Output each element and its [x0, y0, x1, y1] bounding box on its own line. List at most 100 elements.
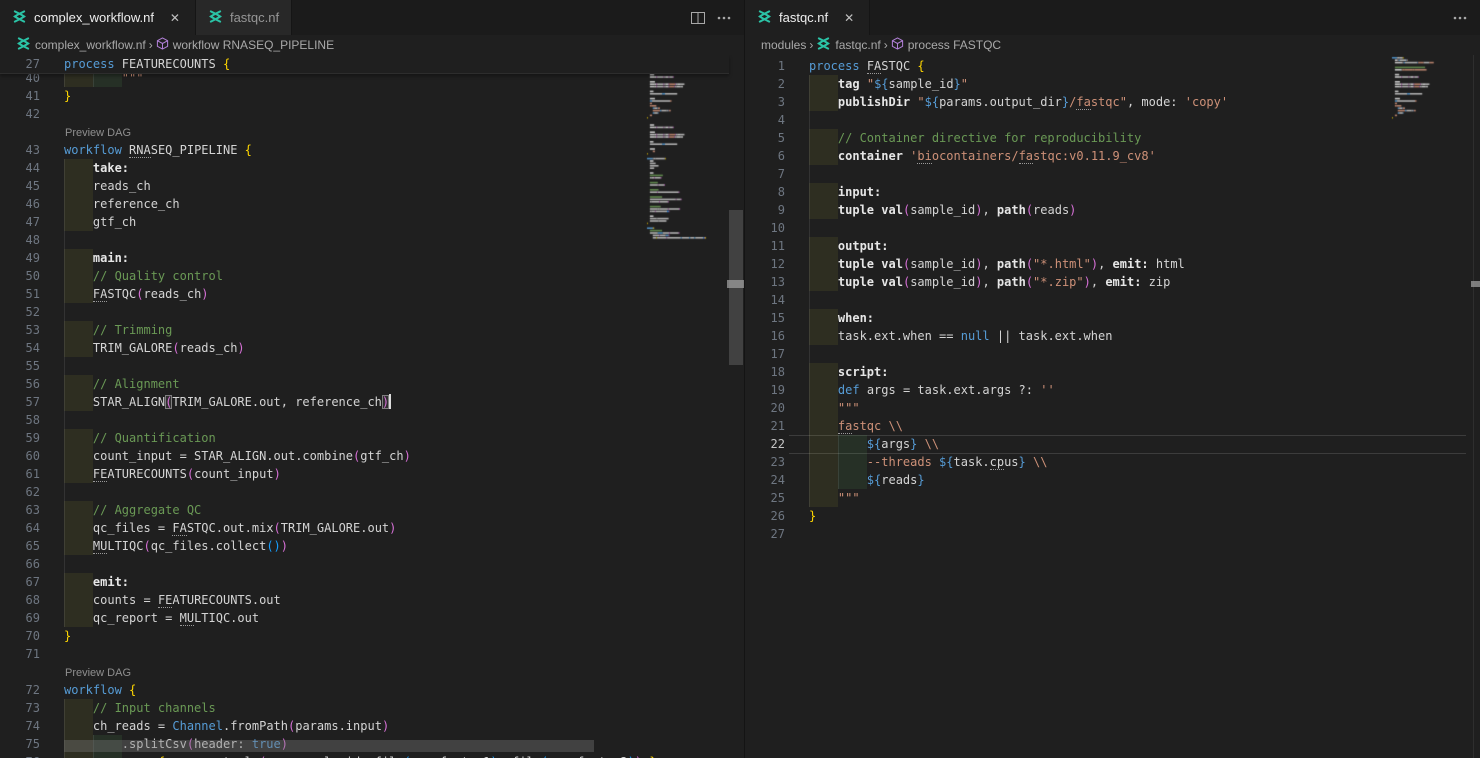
- code-line[interactable]: 66: [0, 555, 744, 573]
- code-line[interactable]: 2 tag "${sample_id}": [745, 75, 1480, 93]
- line-number[interactable]: 69: [0, 609, 40, 627]
- code-line[interactable]: 53 // Trimming: [0, 321, 744, 339]
- code-line[interactable]: 41}: [0, 87, 744, 105]
- line-number[interactable]: 1: [745, 57, 785, 75]
- code-line[interactable]: 23 --threads ${task.cpus} \\: [745, 453, 1480, 471]
- line-number[interactable]: 70: [0, 627, 40, 645]
- line-number[interactable]: 27: [0, 55, 40, 73]
- line-number[interactable]: 21: [745, 417, 785, 435]
- line-number[interactable]: 73: [0, 699, 40, 717]
- line-number[interactable]: 42: [0, 105, 40, 123]
- line-number[interactable]: 45: [0, 177, 40, 195]
- tab-fastqc.nf[interactable]: fastqc.nf: [196, 0, 292, 35]
- code-line[interactable]: 49 main:: [0, 249, 744, 267]
- line-number[interactable]: 5: [745, 129, 785, 147]
- line-number[interactable]: 9: [745, 201, 785, 219]
- line-number[interactable]: 22: [745, 435, 785, 453]
- line-number[interactable]: 4: [745, 111, 785, 129]
- line-number[interactable]: 61: [0, 465, 40, 483]
- code-line[interactable]: 59 // Quantification: [0, 429, 744, 447]
- code-line[interactable]: 27: [745, 525, 1480, 543]
- code-line[interactable]: 17: [745, 345, 1480, 363]
- code-line[interactable]: 73 // Input channels: [0, 699, 744, 717]
- code-line[interactable]: 69 qc_report = MULTIQC.out: [0, 609, 744, 627]
- line-number[interactable]: 60: [0, 447, 40, 465]
- code-line[interactable]: 1process FASTQC {: [745, 57, 1480, 75]
- line-number[interactable]: 12: [745, 255, 785, 273]
- code-line[interactable]: 14: [745, 291, 1480, 309]
- code-line[interactable]: 42: [0, 105, 744, 123]
- line-number[interactable]: 63: [0, 501, 40, 519]
- codelens-preview-dag[interactable]: Preview DAG: [65, 126, 131, 141]
- minimap[interactable]: [1390, 55, 1474, 135]
- line-number[interactable]: 52: [0, 303, 40, 321]
- code-line[interactable]: 58: [0, 411, 744, 429]
- minimap[interactable]: [645, 55, 729, 255]
- line-number[interactable]: 74: [0, 717, 40, 735]
- code-line[interactable]: 43workflow RNASEQ_PIPELINE {: [0, 141, 744, 159]
- code-line[interactable]: 50 // Quality control: [0, 267, 744, 285]
- line-number[interactable]: 15: [745, 309, 785, 327]
- code-line[interactable]: 67 emit:: [0, 573, 744, 591]
- line-number[interactable]: 71: [0, 645, 40, 663]
- code-line[interactable]: 5 // Container directive for reproducibi…: [745, 129, 1480, 147]
- line-number[interactable]: 75: [0, 735, 40, 753]
- editor[interactable]: 40 """41}42Preview DAG43workflow RNASEQ_…: [0, 55, 744, 758]
- line-number[interactable]: 14: [745, 291, 785, 309]
- line-number[interactable]: 20: [745, 399, 785, 417]
- code-line[interactable]: 64 qc_files = FASTQC.out.mix(TRIM_GALORE…: [0, 519, 744, 537]
- breadcrumb-item[interactable]: workflow RNASEQ_PIPELINE: [156, 37, 334, 53]
- line-number[interactable]: 57: [0, 393, 40, 411]
- more-actions-button[interactable]: [1452, 10, 1468, 26]
- code-line[interactable]: 10: [745, 219, 1480, 237]
- code-line[interactable]: 24 ${reads}: [745, 471, 1480, 489]
- code-line[interactable]: 52: [0, 303, 744, 321]
- code-line[interactable]: 13 tuple val(sample_id), path("*.zip"), …: [745, 273, 1480, 291]
- line-number[interactable]: 46: [0, 195, 40, 213]
- code-line[interactable]: 25 """: [745, 489, 1480, 507]
- line-number[interactable]: 44: [0, 159, 40, 177]
- code-line[interactable]: 51 FASTQC(reads_ch): [0, 285, 744, 303]
- code-line[interactable]: 47 gtf_ch: [0, 213, 744, 231]
- line-number[interactable]: 17: [745, 345, 785, 363]
- code-line[interactable]: 63 // Aggregate QC: [0, 501, 744, 519]
- sticky-scroll-header[interactable]: 27process FEATURECOUNTS {: [0, 55, 729, 74]
- line-number[interactable]: 65: [0, 537, 40, 555]
- line-number[interactable]: 47: [0, 213, 40, 231]
- line-number[interactable]: 64: [0, 519, 40, 537]
- line-number[interactable]: 2: [745, 75, 785, 93]
- code-line[interactable]: 12 tuple val(sample_id), path("*.html"),…: [745, 255, 1480, 273]
- code-line[interactable]: 54 TRIM_GALORE(reads_ch): [0, 339, 744, 357]
- code-line[interactable]: 21 fastqc \\: [745, 417, 1480, 435]
- code-line[interactable]: 68 counts = FEATURECOUNTS.out: [0, 591, 744, 609]
- code-line[interactable]: 71: [0, 645, 744, 663]
- line-number[interactable]: 62: [0, 483, 40, 501]
- editor[interactable]: 1process FASTQC {2 tag "${sample_id}"3 p…: [745, 55, 1480, 758]
- line-number[interactable]: 3: [745, 93, 785, 111]
- line-number[interactable]: 68: [0, 591, 40, 609]
- line-number[interactable]: 7: [745, 165, 785, 183]
- line-number[interactable]: 58: [0, 411, 40, 429]
- code-line[interactable]: 27process FEATURECOUNTS {: [0, 55, 729, 73]
- code-line[interactable]: 57 STAR_ALIGN(TRIM_GALORE.out, reference…: [0, 393, 744, 411]
- line-number[interactable]: 26: [745, 507, 785, 525]
- more-actions-button[interactable]: [716, 10, 732, 26]
- split-editor-button[interactable]: [690, 10, 706, 26]
- code-line[interactable]: 61 FEATURECOUNTS(count_input): [0, 465, 744, 483]
- code-line[interactable]: 8 input:: [745, 183, 1480, 201]
- line-number[interactable]: 55: [0, 357, 40, 375]
- codelens-preview-dag[interactable]: Preview DAG: [65, 666, 131, 681]
- close-icon[interactable]: ✕: [841, 11, 857, 25]
- line-number[interactable]: 18: [745, 363, 785, 381]
- line-number[interactable]: 23: [745, 453, 785, 471]
- code-line[interactable]: 20 """: [745, 399, 1480, 417]
- line-number[interactable]: 66: [0, 555, 40, 573]
- line-number[interactable]: 10: [745, 219, 785, 237]
- line-number[interactable]: 51: [0, 285, 40, 303]
- code-line[interactable]: 11 output:: [745, 237, 1480, 255]
- tab-complex_workflow.nf[interactable]: complex_workflow.nf✕: [0, 0, 196, 35]
- breadcrumb-item[interactable]: process FASTQC: [891, 37, 1001, 53]
- line-number[interactable]: 59: [0, 429, 40, 447]
- line-number[interactable]: 13: [745, 273, 785, 291]
- line-number[interactable]: 72: [0, 681, 40, 699]
